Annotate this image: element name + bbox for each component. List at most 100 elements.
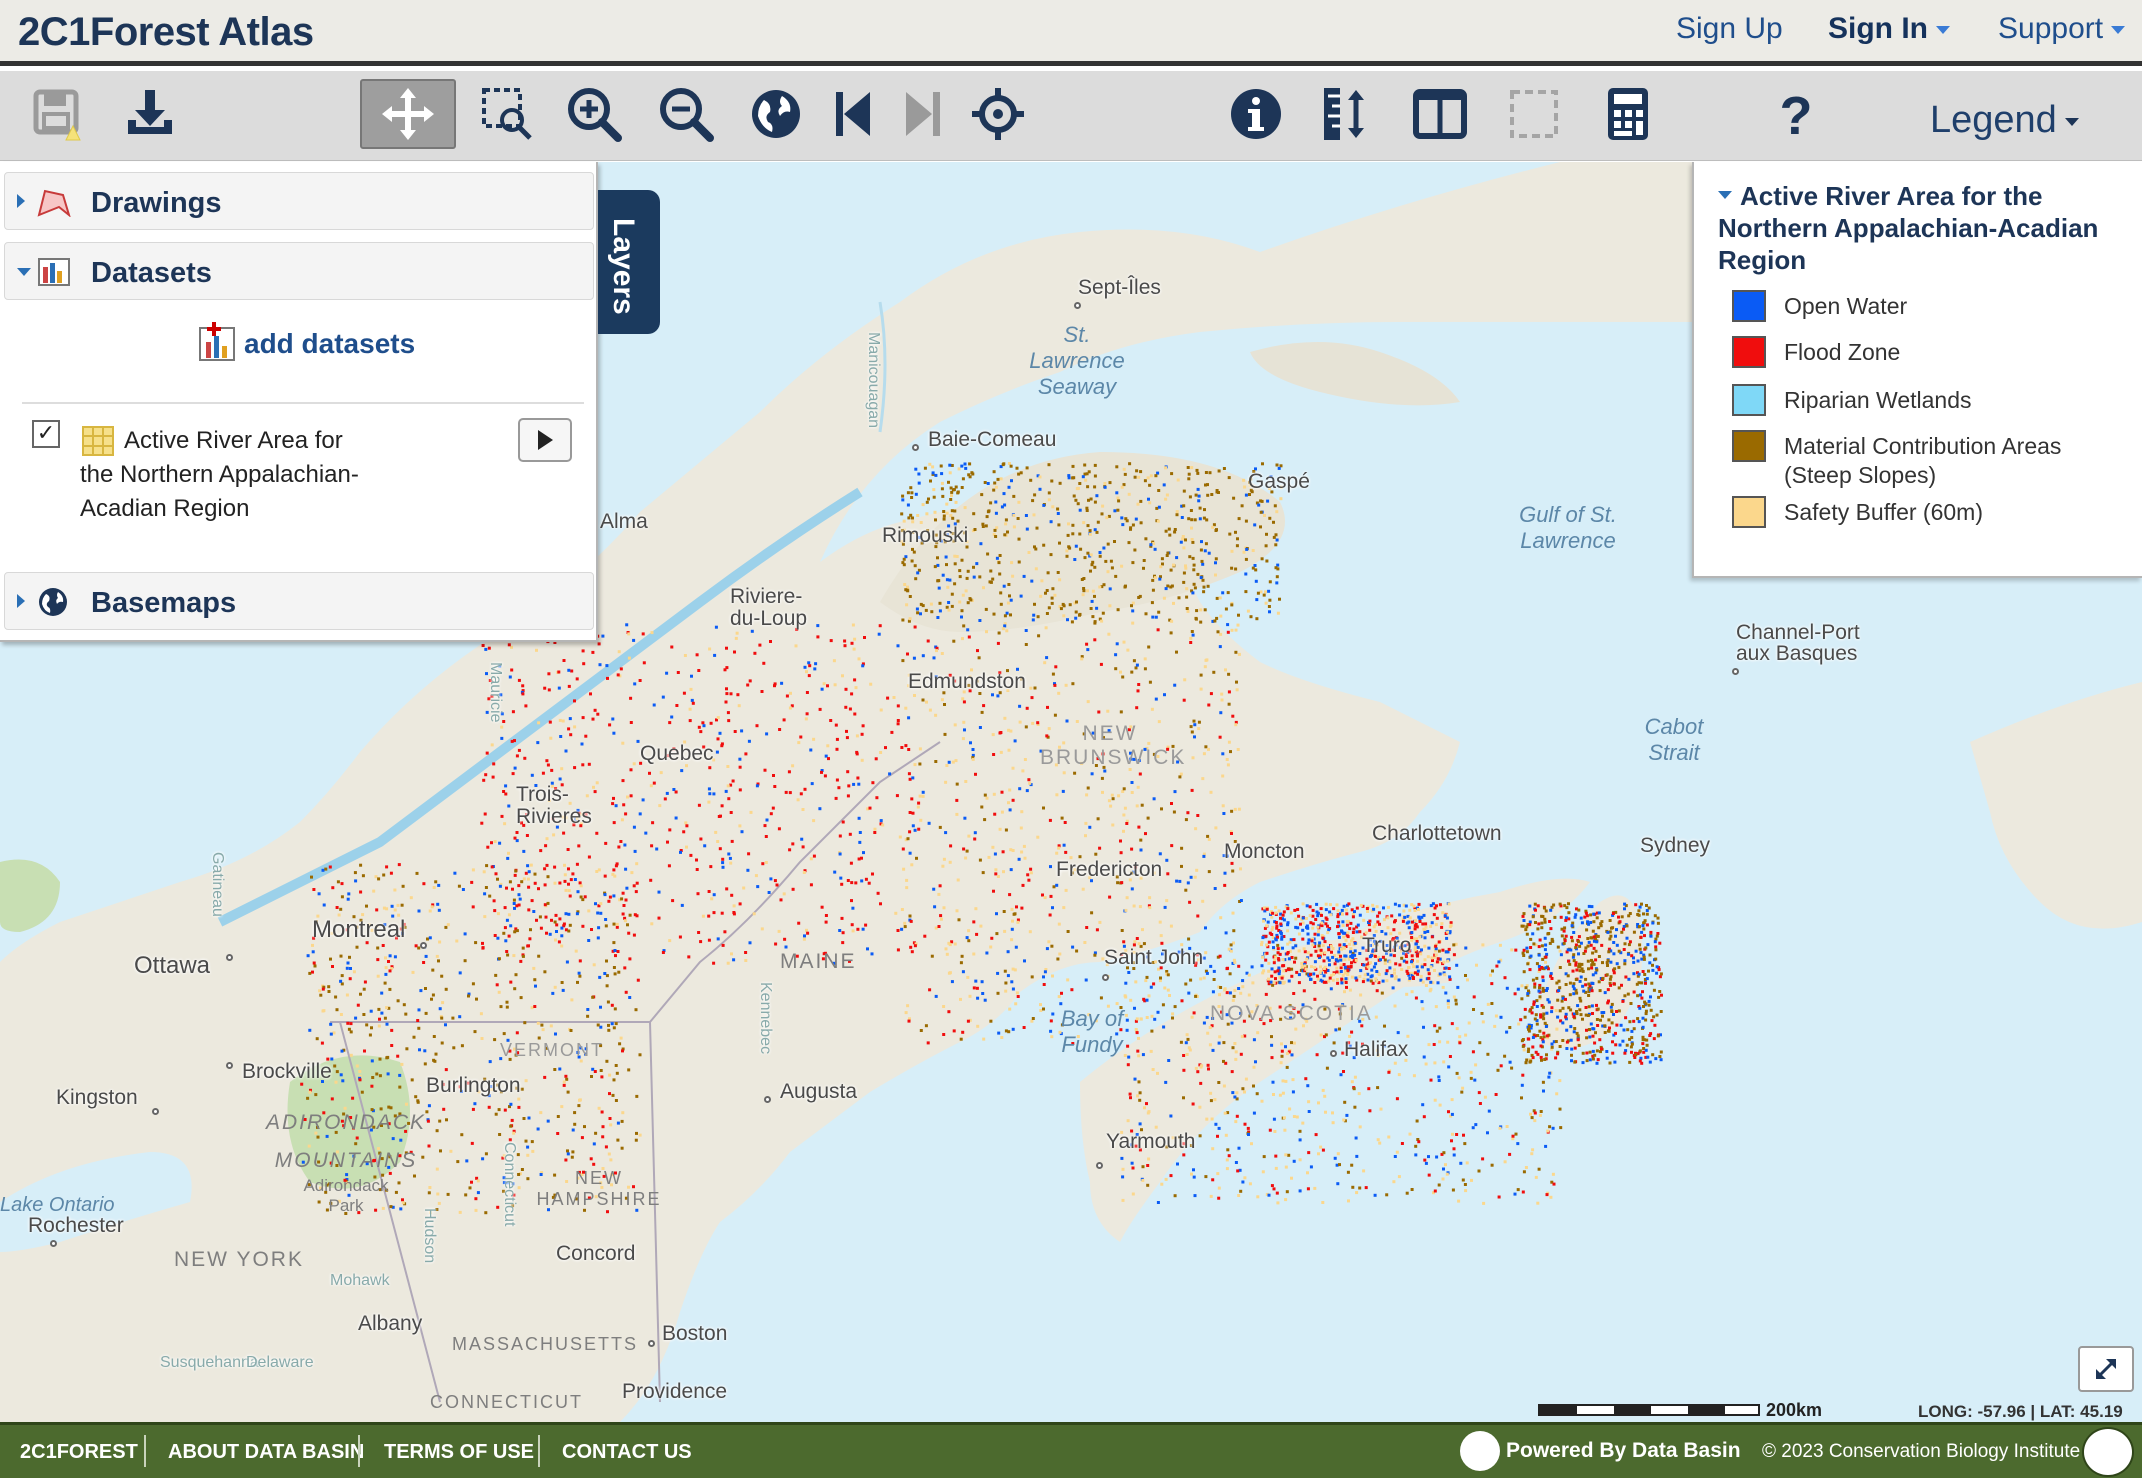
legend-toggle[interactable]: Legend [1930,99,2079,142]
zoom-in-button[interactable] [558,79,630,149]
support-label: Support [1998,12,2104,45]
info-icon [1231,89,1281,139]
full-extent-button[interactable] [740,79,812,149]
drawing-icon [37,189,71,217]
footer-link-2c1forest[interactable]: 2C1FOREST [20,1441,138,1464]
download-icon [128,90,172,134]
place-label: Halifax [1344,1038,1409,1061]
footer-link-about[interactable]: ABOUT DATA BASIN [168,1441,364,1464]
place-label: Rimouski [882,524,969,547]
place-label: Ottawa [134,952,211,979]
save-button[interactable] [22,79,94,149]
split-view-button[interactable] [1404,79,1476,149]
powered-by-link[interactable]: Powered By Data Basin [1506,1439,1741,1463]
dataset-visibility-checkbox[interactable]: ✓ [32,420,60,448]
chevron-right-icon [17,594,25,608]
dataset-details-button[interactable] [518,418,572,462]
data-basin-logo-icon [1460,1431,1500,1471]
map-marker [1330,1050,1337,1057]
map-marker [912,444,919,451]
support-menu[interactable]: Support [1998,12,2126,46]
help-button[interactable]: ? [1760,79,1832,149]
app-footer: 2C1FOREST ABOUT DATA BASIN TERMS OF USE … [0,1422,2142,1478]
river-label: Kennebec [757,982,774,1055]
chevron-right-icon [17,194,25,208]
datasets-section-header[interactable]: Datasets [4,242,594,300]
place-label: Boston [662,1322,728,1345]
map-marker [152,1108,159,1115]
locate-icon [972,88,1024,140]
fullscreen-button[interactable] [2078,1346,2134,1392]
pan-button[interactable] [360,79,456,149]
app-title[interactable]: 2C1Forest Atlas [18,10,314,55]
footer-separator [144,1435,146,1467]
zoom-out-button[interactable] [650,79,722,149]
place-label: Riviere-du-Loup [730,585,808,630]
scale-bar [1538,1404,1760,1416]
map-marker [1102,974,1109,981]
legend-swatch [1732,496,1766,528]
legend-layer-header[interactable]: Active River Area for the Northern Appal… [1718,180,2128,276]
place-label: Augusta [780,1080,858,1103]
water-label: Cabot Strait [1644,714,1704,765]
river-label: Manicouagan [865,332,882,429]
help-icon: ? [1780,86,1813,142]
footer-link-contact[interactable]: CONTACT US [562,1441,692,1464]
map-marker [1732,668,1739,675]
legend-label: Open Water [1784,293,1908,319]
footer-separator [538,1435,540,1467]
region-label: MAINE [780,950,857,973]
place-label: Saint John [1104,946,1204,969]
map-toolbar: ? Legend [0,71,2142,161]
select-area-button[interactable] [1498,79,1570,149]
drawings-section-header[interactable]: Drawings [4,172,594,230]
add-dataset-icon [199,322,235,361]
river-label: Susquehanna [160,1354,259,1371]
chevron-down-icon [17,268,31,276]
sign-in-label: Sign In [1828,12,1928,45]
footer-link-terms[interactable]: TERMS OF USE [384,1441,534,1464]
calculator-icon [1608,88,1648,140]
legend-label: Flood Zone [1784,339,1901,365]
river-label: Gatineau [209,852,226,917]
panel-divider [22,402,584,404]
previous-extent-button[interactable] [818,79,890,149]
layers-panel: Drawings Datasets add datasets ✓ Active … [0,162,598,642]
sign-up-link[interactable]: Sign Up [1676,12,1783,46]
svg-text:?: ? [1780,86,1813,142]
globe-icon [752,90,800,138]
basemaps-section-header[interactable]: Basemaps [4,572,594,630]
place-label: Alma [600,510,648,533]
split-view-icon [1413,89,1467,139]
chevron-down-icon [1936,26,1950,35]
place-label: Burlington [426,1074,521,1097]
region-label: CONNECTICUT [430,1392,583,1412]
scale-label: 200km [1766,1400,1823,1420]
play-icon [537,430,553,450]
legend-swatch [1732,336,1766,368]
sign-in-menu[interactable]: Sign In [1828,12,1950,46]
calculator-button[interactable] [1592,79,1664,149]
place-label: Concord [556,1242,636,1265]
legend-toggle-label: Legend [1930,99,2057,141]
app-header: 2C1Forest Atlas Sign Up Sign In Support [0,0,2142,66]
add-datasets-link[interactable]: add datasets [244,328,415,360]
place-label: Quebec [640,742,714,765]
zoom-box-button[interactable] [472,79,544,149]
datasets-icon [38,258,70,286]
next-extent-button[interactable] [886,79,958,149]
legend-swatch [1732,430,1766,462]
river-label: Connecticut [501,1142,518,1227]
map-marker [1074,302,1081,309]
download-button[interactable] [114,79,186,149]
identify-button[interactable] [1220,79,1292,149]
place-label: Providence [622,1380,728,1403]
region-label: NOVA SCOTIA [1210,1002,1373,1025]
previous-extent-icon [836,92,870,136]
locate-button[interactable] [962,79,1034,149]
water-label: Lake Ontario [0,1194,115,1216]
layers-tab[interactable]: Layers [598,190,660,334]
measure-button[interactable] [1310,79,1382,149]
region-label: NEW BRUNSWICK [1040,722,1187,769]
drawings-label: Drawings [91,187,222,219]
